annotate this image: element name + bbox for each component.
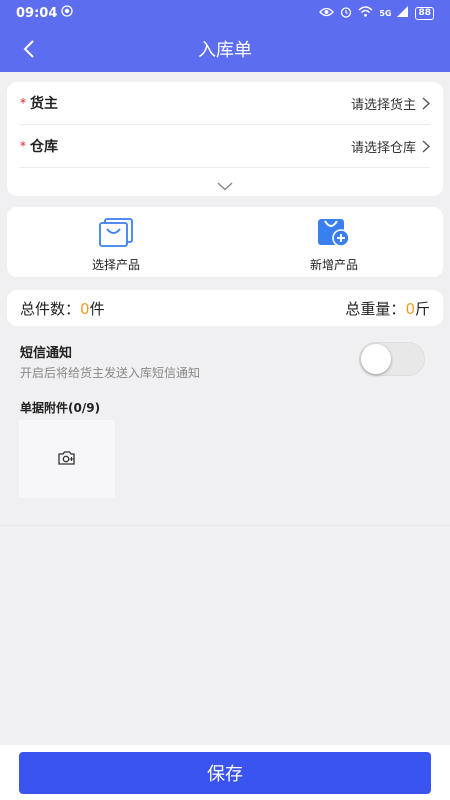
warehouse-selector[interactable]: * 仓库 请选择仓库 bbox=[20, 125, 430, 168]
camera-add-icon bbox=[58, 450, 76, 469]
owner-label: 货主 bbox=[30, 96, 58, 112]
warehouse-label: 仓库 bbox=[30, 139, 58, 155]
record-icon bbox=[61, 5, 74, 21]
app-header: 09:04 5G 88 入库单 bbox=[0, 0, 450, 72]
status-bar: 09:04 5G 88 bbox=[0, 0, 450, 26]
attachments-title: 单据附件(0/9) bbox=[20, 401, 101, 415]
warehouse-placeholder: 请选择仓库 bbox=[350, 140, 416, 156]
total-count: 总件数：0件 bbox=[20, 298, 105, 319]
signal-icon bbox=[397, 6, 409, 20]
total-count-label: 总件数： bbox=[20, 299, 81, 318]
wifi-icon bbox=[358, 6, 373, 20]
nav-bar: 入库单 bbox=[0, 26, 450, 72]
total-count-unit: 件 bbox=[89, 299, 105, 318]
status-time: 09:04 bbox=[16, 5, 58, 21]
select-product-button[interactable]: 选择产品 bbox=[7, 207, 225, 277]
owner-placeholder: 请选择货主 bbox=[350, 97, 416, 113]
toggle-knob bbox=[361, 344, 391, 374]
total-weight: 总重量：0斤 bbox=[345, 298, 430, 319]
alarm-icon bbox=[340, 6, 352, 21]
battery-indicator: 88 bbox=[415, 6, 434, 20]
network-type: 5G bbox=[379, 8, 392, 18]
owner-selector[interactable]: * 货主 请选择货主 bbox=[20, 82, 430, 125]
total-weight-label: 总重量： bbox=[345, 299, 406, 318]
summary-card: 总件数：0件 总重量：0斤 bbox=[7, 290, 443, 326]
add-product-label: 新增产品 bbox=[309, 258, 358, 272]
bottom-bar: 保存 bbox=[0, 745, 450, 800]
sms-toggle[interactable] bbox=[359, 342, 425, 376]
total-weight-unit: 斤 bbox=[414, 299, 430, 318]
attachment-upload-button[interactable] bbox=[19, 420, 115, 498]
required-mark: * bbox=[20, 96, 26, 110]
product-actions-card: 选择产品 新增产品 bbox=[7, 207, 443, 277]
chevron-down-icon bbox=[217, 176, 233, 195]
back-arrow-icon[interactable] bbox=[14, 34, 44, 64]
sms-title: 短信通知 bbox=[20, 346, 73, 361]
status-icons: 5G 88 bbox=[319, 6, 434, 21]
select-product-label: 选择产品 bbox=[91, 258, 140, 272]
add-product-icon bbox=[317, 218, 351, 250]
form-card: * 货主 请选择货主 * 仓库 请选择仓库 bbox=[7, 82, 443, 196]
chevron-right-icon bbox=[422, 96, 430, 110]
add-product-button[interactable]: 新增产品 bbox=[225, 207, 443, 277]
required-mark: * bbox=[20, 139, 26, 153]
shopping-bag-icon bbox=[99, 218, 133, 250]
expand-toggle[interactable] bbox=[7, 168, 443, 195]
page-title: 入库单 bbox=[198, 40, 252, 61]
chevron-right-icon bbox=[422, 139, 430, 153]
save-button[interactable]: 保存 bbox=[19, 752, 431, 794]
total-weight-value: 0 bbox=[405, 299, 415, 318]
total-count-value: 0 bbox=[80, 299, 90, 318]
eye-icon bbox=[319, 7, 335, 20]
content-divider bbox=[0, 525, 450, 526]
sms-notification-section: 短信通知 开启后将给货主发送入库短信通知 bbox=[20, 342, 200, 381]
sms-description: 开启后将给货主发送入库短信通知 bbox=[20, 366, 201, 380]
